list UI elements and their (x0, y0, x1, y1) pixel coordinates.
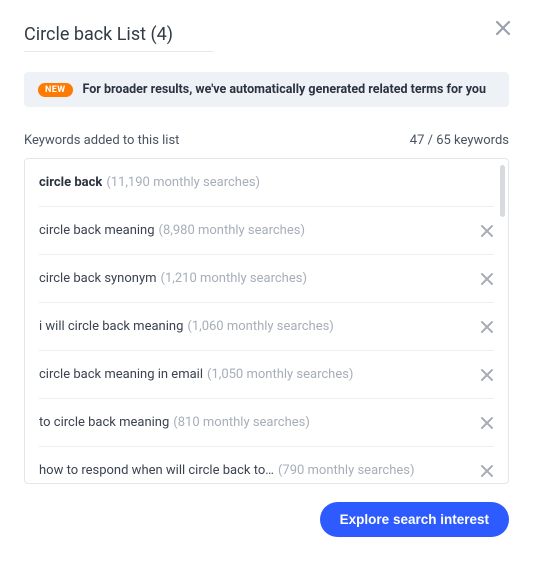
close-icon (495, 20, 511, 36)
close-icon (480, 272, 494, 286)
keyword-volume: (8,980 monthly searches) (159, 223, 305, 238)
keyword-term: circle back (39, 175, 102, 190)
banner-text: For broader results, we've automatically… (83, 82, 487, 97)
list-item-text: i will circle back meaning (1,060 monthly… (39, 319, 334, 334)
page-title: Circle back List (4) (24, 24, 509, 45)
list-item: to circle back meaning (810 monthly searc… (39, 399, 494, 447)
info-banner: NEW For broader results, we've automatic… (24, 72, 509, 107)
list-item-text: to circle back meaning (810 monthly searc… (39, 415, 310, 430)
dialog: Circle back List (4) NEW For broader res… (0, 0, 533, 561)
close-icon (480, 368, 494, 382)
list-item-text: circle back (11,190 monthly searches) (39, 175, 260, 190)
footer-actions: Explore search interest (24, 502, 509, 537)
remove-keyword-button[interactable] (480, 272, 494, 286)
scrollbar-thumb[interactable] (500, 165, 505, 217)
keyword-volume: (810 monthly searches) (173, 415, 310, 430)
list-item: circle back meaning (8,980 monthly search… (39, 207, 494, 255)
list-item-text: circle back synonym (1,210 monthly search… (39, 271, 307, 286)
remove-keyword-button[interactable] (480, 368, 494, 382)
new-badge: NEW (38, 83, 73, 97)
keyword-term: how to respond when will circle back to… (39, 463, 274, 478)
list-item: circle back (11,190 monthly searches) (39, 159, 494, 207)
keyword-term: to circle back meaning (39, 415, 169, 430)
keyword-term: circle back meaning in email (39, 367, 203, 382)
keyword-list-scroll[interactable]: circle back(11,190 monthly searches)circ… (25, 159, 508, 483)
list-item: i will circle back meaning (1,060 monthly… (39, 303, 494, 351)
keyword-count: 47 / 65 keywords (410, 133, 509, 148)
list-item: how to respond when will circle back to…… (39, 447, 494, 483)
close-icon (480, 224, 494, 238)
keyword-list: circle back(11,190 monthly searches)circ… (24, 158, 509, 484)
list-item: circle back synonym (1,210 monthly search… (39, 255, 494, 303)
keyword-volume: (1,060 monthly searches) (187, 319, 333, 334)
list-item-text: circle back meaning (8,980 monthly search… (39, 223, 305, 238)
list-item: circle back meaning in email (1,050 month… (39, 351, 494, 399)
subheader-label: Keywords added to this list (24, 133, 179, 148)
keyword-volume: (11,190 monthly searches) (106, 175, 260, 190)
close-icon (480, 416, 494, 430)
list-item-text: circle back meaning in email (1,050 month… (39, 367, 353, 382)
remove-keyword-button[interactable] (480, 224, 494, 238)
keyword-volume: (1,210 monthly searches) (161, 271, 307, 286)
subheader: Keywords added to this list 47 / 65 keyw… (24, 133, 509, 148)
explore-button[interactable]: Explore search interest (320, 502, 509, 537)
keyword-term: circle back meaning (39, 223, 155, 238)
keyword-volume: (790 monthly searches) (278, 463, 415, 478)
keyword-term: circle back synonym (39, 271, 157, 286)
remove-keyword-button[interactable] (480, 320, 494, 334)
close-icon (480, 464, 494, 478)
keyword-term: i will circle back meaning (39, 319, 183, 334)
remove-keyword-button[interactable] (480, 416, 494, 430)
keyword-volume: (1,050 monthly searches) (207, 367, 353, 382)
close-button[interactable] (495, 20, 511, 36)
close-icon (480, 320, 494, 334)
list-item-text: how to respond when will circle back to…… (39, 463, 415, 478)
remove-keyword-button[interactable] (480, 464, 494, 478)
title-underline (24, 51, 214, 52)
